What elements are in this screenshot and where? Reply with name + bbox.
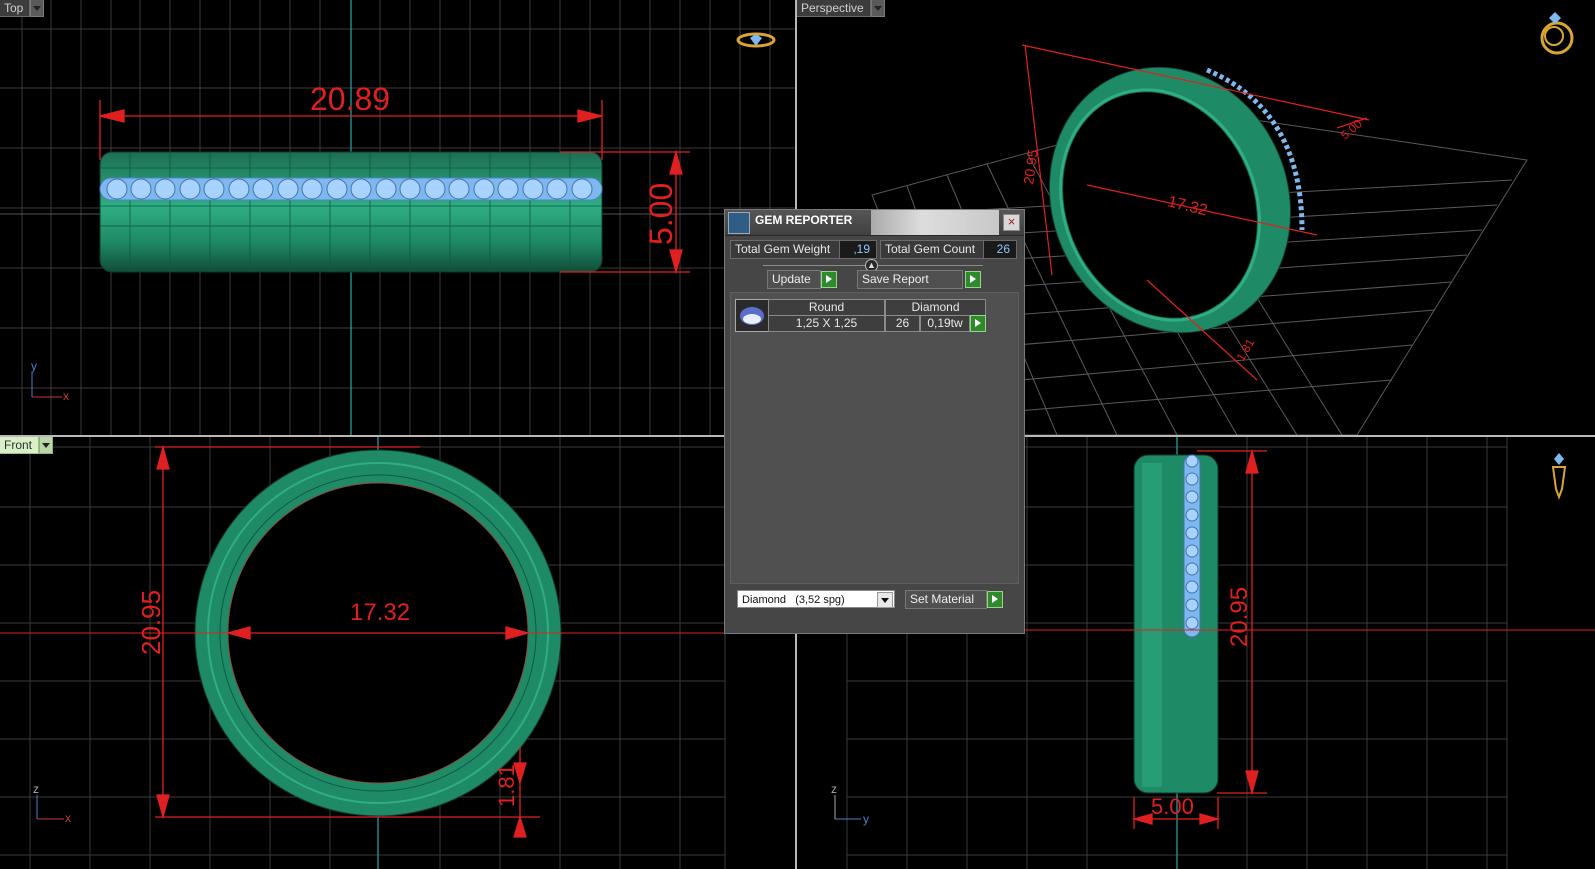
gem-weight: 0,19tw: [920, 315, 970, 332]
total-gem-weight-label: Total Gem Weight: [730, 240, 840, 259]
gem-reporter-icon: [728, 212, 750, 234]
set-material-button[interactable]: Set Material: [905, 590, 987, 609]
gem-material: Diamond: [885, 299, 986, 316]
svg-text:z: z: [33, 782, 39, 796]
svg-text:1.81: 1.81: [494, 764, 519, 807]
front-view-canvas[interactable]: 20.95 17.32 1.81 z x: [0, 437, 795, 869]
gem-size: 1,25 X 1,25: [768, 315, 885, 332]
material-select[interactable]: Diamond (3,52 spg): [737, 590, 895, 608]
gem-list[interactable]: Round Diamond 1,25 X 1,25 26 0,19tw: [730, 292, 1019, 584]
gem-count: 26: [885, 315, 920, 332]
dimension-width-label: 20.89: [310, 81, 390, 117]
go-arrow-icon[interactable]: [987, 591, 1003, 608]
svg-text:17.32: 17.32: [350, 599, 410, 626]
go-arrow-icon[interactable]: [821, 271, 837, 288]
viewport-top[interactable]: 20.89 5.00 y x Top: [0, 0, 795, 435]
viewport-front[interactable]: 20.95 17.32 1.81 z x Front: [0, 437, 795, 869]
dimension-height-label: 5.00: [643, 183, 679, 245]
viewport-label-perspective[interactable]: Perspective: [797, 0, 885, 17]
dropdown-arrow-icon[interactable]: [39, 437, 54, 454]
dropdown-arrow-icon[interactable]: [870, 0, 885, 17]
svg-text:20.95: 20.95: [1226, 587, 1253, 647]
go-arrow-icon[interactable]: [965, 271, 981, 288]
dropdown-arrow-icon[interactable]: [877, 592, 893, 608]
svg-text:y: y: [863, 812, 869, 826]
ring-band: [99, 151, 603, 273]
svg-text:5.00: 5.00: [1151, 794, 1194, 819]
svg-text:x: x: [65, 811, 71, 825]
svg-text:z: z: [831, 782, 837, 796]
svg-text:20.95: 20.95: [136, 590, 166, 655]
dropdown-arrow-icon[interactable]: [30, 0, 45, 17]
ring-view-icon: [736, 32, 776, 48]
gem-shape: Round: [768, 299, 885, 316]
viewport-label-front[interactable]: Front: [0, 437, 54, 454]
total-gem-weight-value: ,19: [839, 240, 877, 259]
total-gem-count-value: 26: [983, 240, 1017, 259]
save-report-button[interactable]: Save Report: [857, 270, 963, 289]
axis-indicator: [31, 372, 62, 398]
close-icon[interactable]: ×: [1003, 214, 1020, 231]
svg-text:y: y: [31, 359, 37, 373]
viewport-label-top[interactable]: Top: [0, 0, 45, 17]
svg-text:x: x: [63, 389, 69, 403]
total-gem-count-label: Total Gem Count: [880, 240, 984, 259]
go-arrow-icon[interactable]: [970, 315, 986, 332]
ring-perspective-icon: [1540, 12, 1574, 55]
gem-reporter-panel[interactable]: GEM REPORTER × Total Gem Weight ,19 Tota…: [724, 209, 1025, 634]
top-view-canvas[interactable]: 20.89 5.00 y x: [0, 0, 795, 435]
ring-side-icon: [1551, 453, 1567, 500]
gem-icon: [735, 299, 770, 332]
panel-title: GEM REPORTER: [755, 213, 853, 227]
update-button[interactable]: Update: [767, 270, 821, 289]
panel-titlebar[interactable]: GEM REPORTER ×: [725, 210, 1024, 236]
